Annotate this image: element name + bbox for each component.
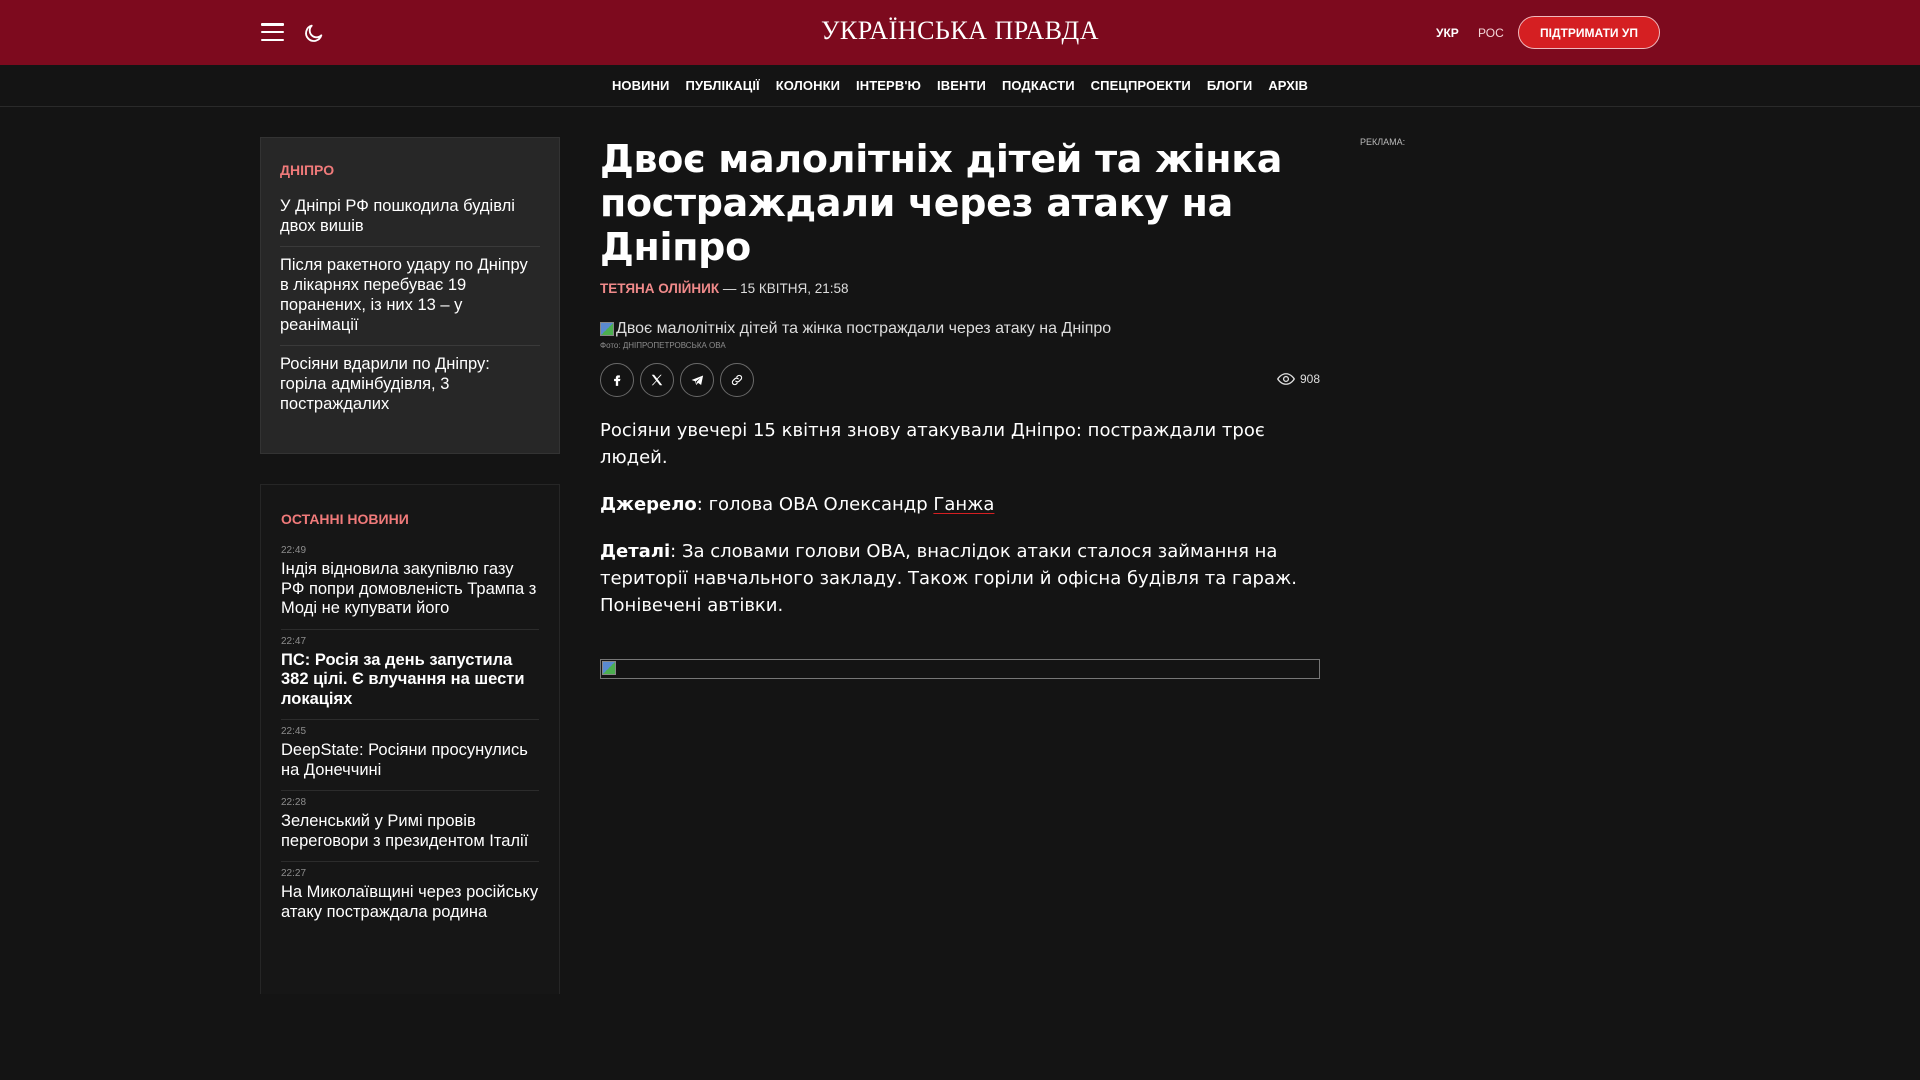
news-title: Зеленський у Римі провів переговори з пр…: [281, 812, 529, 850]
link-icon: [731, 374, 743, 386]
latest-news-box: ОСТАННІ НОВИНИ 22:49 Індія відновила зак…: [260, 484, 560, 994]
copy-link-button[interactable]: [720, 363, 754, 397]
news-title: ПС: Росія за день запустила 382 цілі. Є …: [281, 650, 525, 708]
details-text: : За словами голови ОВА, внаслідок атаки…: [600, 541, 1297, 616]
news-time: 22:47: [281, 635, 307, 647]
paragraph-details: Деталі: За словами голови ОВА, внаслідок…: [600, 538, 1320, 619]
main-nav: НОВИНИ ПУБЛІКАЦІЇ КОЛОНКИ ІНТЕРВ'Ю ІВЕНТ…: [0, 65, 1920, 107]
related-news-box: ДНІПРО У Дніпрі РФ пошкодила будівлі дво…: [260, 137, 560, 454]
nav-item-archive[interactable]: АРХІВ: [1268, 78, 1308, 93]
source-label: Джерело: [600, 494, 697, 515]
news-item[interactable]: 22:45 DeepState: Росіяни просунулись на …: [281, 720, 539, 791]
article-date: — 15 КВІТНЯ, 21:58: [722, 281, 849, 296]
top-header: УКРАЇНСЬКА ПРАВДА УКР РОС ПІДТРИМАТИ УП: [0, 0, 1920, 65]
latest-news-heading[interactable]: ОСТАННІ НОВИНИ: [281, 511, 539, 527]
news-time: 22:27: [281, 868, 307, 879]
nav-item-podcasts[interactable]: ПОДКАСТИ: [1002, 78, 1075, 93]
news-item[interactable]: 22:28 Зеленський у Римі провів переговор…: [281, 791, 539, 862]
news-title: DeepState: Росіяни просунулись на Донечч…: [281, 741, 528, 779]
nav-item-news[interactable]: НОВИНИ: [612, 78, 670, 93]
paragraph-source: Джерело: голова ОВА Олександр Ганжа: [600, 491, 1320, 518]
article-image: Двоє малолітніх дітей та жінка постражда…: [600, 320, 1320, 338]
nav-item-specprojects[interactable]: СПЕЦПРОЕКТИ: [1091, 78, 1191, 93]
views-count: 908: [1299, 372, 1320, 386]
share-bar: 908: [600, 363, 1320, 397]
related-heading[interactable]: ДНІПРО: [280, 162, 540, 178]
facebook-icon: [614, 375, 621, 386]
source-person-link[interactable]: Ганжа: [933, 494, 994, 515]
support-button[interactable]: ПІДТРИМАТИ УП: [1518, 16, 1660, 49]
news-title: Індія відновила закупівлю газу РФ попри …: [281, 560, 537, 617]
broken-image-icon: [602, 661, 616, 675]
related-item[interactable]: Після ракетного удару по Дніпру в лікарн…: [280, 247, 540, 346]
news-time: 22:49: [281, 545, 307, 556]
share-x-button[interactable]: [640, 363, 674, 397]
embedded-image: [600, 659, 1320, 679]
image-alt-text: Двоє малолітніх дітей та жінка постражда…: [616, 320, 1112, 337]
lang-ukr-link[interactable]: УКР: [1436, 26, 1459, 40]
image-caption: Фото: ДНІПРОПЕТРОВСЬКА ОВА: [600, 341, 726, 350]
ad-label: РЕКЛАМА:: [1360, 137, 1406, 147]
news-item[interactable]: 22:49 Індія відновила закупівлю газу РФ …: [281, 539, 539, 630]
article-title: Двоє малолітніх дітей та жінка постражда…: [600, 137, 1283, 269]
nav-item-interviews[interactable]: ІНТЕРВ'Ю: [856, 78, 921, 93]
nav-item-events[interactable]: ІВЕНТИ: [937, 78, 986, 93]
news-title: На Миколаївщині через російську атаку по…: [281, 883, 539, 921]
share-facebook-button[interactable]: [600, 363, 634, 397]
eye-icon: [1276, 373, 1295, 385]
byline: ТЕТЯНА ОЛІЙНИК — 15 КВІТНЯ, 21:58: [600, 281, 1320, 296]
news-time: 22:28: [281, 797, 307, 808]
views-counter: 908: [1276, 372, 1320, 386]
menu-icon[interactable]: [261, 23, 284, 41]
broken-image-icon: [600, 322, 614, 336]
moon-icon[interactable]: [303, 22, 325, 44]
share-telegram-button[interactable]: [680, 363, 714, 397]
related-item[interactable]: У Дніпрі РФ пошкодила будівлі двох вишів: [280, 188, 540, 247]
telegram-icon: [691, 375, 703, 385]
paragraph-intro: Росіяни увечері 15 квітня знову атакувал…: [600, 420, 1265, 468]
article: Двоє малолітніх дітей та жінка постражда…: [600, 137, 1320, 679]
related-item[interactable]: Росіяни вдарили по Дніпру: горіла адмінб…: [280, 346, 540, 424]
x-icon: [651, 374, 663, 386]
news-item[interactable]: 22:47 ПС: Росія за день запустила 382 ці…: [281, 630, 539, 720]
lang-ros-link[interactable]: РОС: [1478, 26, 1504, 40]
news-item[interactable]: 22:27 На Миколаївщині через російську ат…: [281, 862, 539, 932]
source-text: : голова ОВА Олександр: [696, 494, 934, 515]
news-time: 22:45: [281, 726, 307, 737]
nav-item-publications[interactable]: ПУБЛІКАЦІЇ: [686, 78, 760, 93]
nav-item-columns[interactable]: КОЛОНКИ: [776, 78, 840, 93]
nav-item-blogs[interactable]: БЛОГИ: [1207, 78, 1252, 93]
author-link[interactable]: ТЕТЯНА ОЛІЙНИК: [600, 281, 719, 296]
details-label: Деталі: [600, 541, 671, 562]
